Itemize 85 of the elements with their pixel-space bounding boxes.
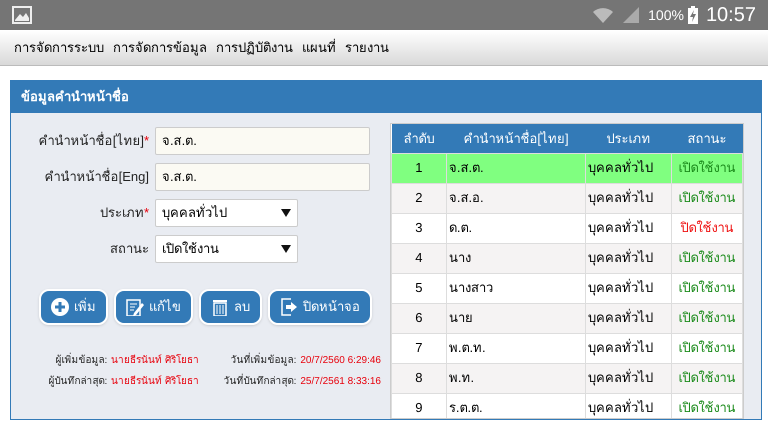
table-row[interactable]: 3 ด.ต. บุคคลทั่วไป ปิดใช้งาน (392, 213, 742, 243)
status-cell: เปิดใช้งาน (672, 303, 742, 333)
field-label: ประเภท* (98, 204, 150, 222)
table-cell: ด.ต. (446, 213, 586, 243)
status-cell: เปิดใช้งาน (672, 153, 742, 183)
table-row[interactable]: 4 นาง บุคคลทั่วไป เปิดใช้งาน (392, 243, 742, 273)
menu-item[interactable]: แผนที่ (302, 38, 336, 58)
table-row[interactable]: 9 ร.ต.ต. บุคคลทั่วไป เปิดใช้งาน (392, 393, 742, 418)
text-field[interactable]: จ.ส.ต. (155, 127, 370, 155)
field-label: คำนำหน้าชื่อ[ไทย]* (38, 131, 150, 150)
clock-time: 10:57 (706, 3, 756, 28)
table-cell: พ.ต.ท. (446, 333, 586, 363)
status-cell: เปิดใช้งาน (672, 273, 742, 303)
table-cell: นางสาว (446, 273, 586, 303)
table-cell: นาง (446, 243, 586, 273)
table-cell: นาย (446, 303, 586, 333)
plus-circle-icon (51, 298, 69, 316)
caret-icon (281, 209, 291, 217)
table-row[interactable]: 2 จ.ส.อ. บุคคลทั่วไป เปิดใช้งาน (392, 183, 742, 213)
signal-icon (622, 7, 640, 23)
info-value: 25/7/2561 8:33:16 (300, 375, 381, 389)
status-cell: ปิดใช้งาน (672, 213, 742, 243)
table-cell: 7 (392, 333, 446, 363)
delete-button[interactable]: ลบ (199, 289, 262, 325)
table-row[interactable]: 6 นาย บุคคลทั่วไป เปิดใช้งาน (392, 303, 742, 333)
info-label: วันที่เพิ่มข้อมูล: (230, 353, 296, 368)
info-label: ผู้เพิ่มข้อมูล: (55, 353, 108, 368)
table-cell: จ.ส.ต. (446, 153, 586, 183)
info-value: นายธีรนันท์ ศิริโยธา (111, 353, 199, 368)
table-cell: พ.ท. (446, 363, 586, 393)
table-cell: บุคคลทั่วไป (586, 363, 672, 393)
menu-item[interactable]: การปฏิบัติงาน (216, 38, 293, 58)
status-cell: เปิดใช้งาน (672, 363, 742, 393)
field-label: สถานะ (109, 240, 150, 258)
table-cell: 9 (392, 393, 446, 418)
table-cell: บุคคลทั่วไป (586, 183, 672, 213)
table-cell: บุคคลทั่วไป (586, 153, 672, 183)
field-label: คำนำหน้าชื่อ[Eng] (44, 167, 150, 186)
table-cell: 5 (392, 273, 446, 303)
table-cell: 1 (392, 153, 446, 183)
menu-item[interactable]: การจัดการระบบ (14, 38, 104, 58)
info-value: นายธีรนันท์ ศิริโยธา (111, 374, 199, 389)
column-header: ประเภท (586, 124, 672, 153)
status-cell: เปิดใช้งาน (672, 333, 742, 363)
add-button[interactable]: เพิ่ม (39, 289, 108, 325)
table-cell: บุคคลทั่วไป (586, 333, 672, 363)
table-cell: บุคคลทั่วไป (586, 213, 672, 243)
status-cell: เปิดใช้งาน (672, 243, 742, 273)
table-row[interactable]: 8 พ.ท. บุคคลทั่วไป เปิดใช้งาน (392, 363, 742, 393)
info-label: วันที่บันทึกล่าสุด: (224, 374, 296, 389)
column-header: ลำดับ (392, 124, 446, 153)
caret-icon (281, 245, 291, 253)
panel-title: ข้อมูลคำนำหน้าชื่อ (21, 87, 129, 107)
column-header: คำนำหน้าชื่อ[ไทย] (446, 124, 586, 153)
table-row[interactable]: 7 พ.ต.ท. บุคคลทั่วไป เปิดใช้งาน (392, 333, 742, 363)
exit-arrow-icon (280, 298, 298, 316)
wifi-icon (592, 6, 614, 24)
status-cell: เปิดใช้งาน (672, 183, 742, 213)
table-cell: 2 (392, 183, 446, 213)
battery-percent: 100% (648, 6, 684, 24)
table-cell: 4 (392, 243, 446, 273)
close-button[interactable]: ปิดหน้าจอ (268, 289, 372, 325)
gallery-icon (12, 6, 32, 24)
table-cell: บุคคลทั่วไป (586, 393, 672, 418)
info-label: ผู้บันทึกล่าสุด: (48, 374, 108, 389)
table-row[interactable]: 1 จ.ส.ต. บุคคลทั่วไป เปิดใช้งาน (392, 153, 742, 183)
menu-item[interactable]: การจัดการข้อมูล (113, 38, 207, 58)
notepad-pencil-icon (126, 298, 144, 316)
edit-button[interactable]: แก้ไข (114, 289, 193, 325)
table-cell: 6 (392, 303, 446, 333)
trash-icon (211, 298, 229, 316)
column-header: สถานะ (672, 124, 742, 153)
dropdown[interactable]: บุคคลทั่วไป (155, 199, 298, 227)
text-field[interactable]: จ.ส.ต. (155, 163, 370, 191)
table-cell: บุคคลทั่วไป (586, 303, 672, 333)
info-value: 20/7/2560 6:29:46 (300, 354, 381, 368)
table-row[interactable]: 5 นางสาว บุคคลทั่วไป เปิดใช้งาน (392, 273, 742, 303)
menu-item[interactable]: รายงาน (345, 38, 389, 58)
table-cell: 3 (392, 213, 446, 243)
table-cell: บุคคลทั่วไป (586, 243, 672, 273)
dropdown[interactable]: เปิดใช้งาน (155, 235, 298, 263)
table-cell: จ.ส.อ. (446, 183, 586, 213)
table-cell: 8 (392, 363, 446, 393)
battery-charging-icon (688, 6, 698, 24)
table-cell: บุคคลทั่วไป (586, 273, 672, 303)
